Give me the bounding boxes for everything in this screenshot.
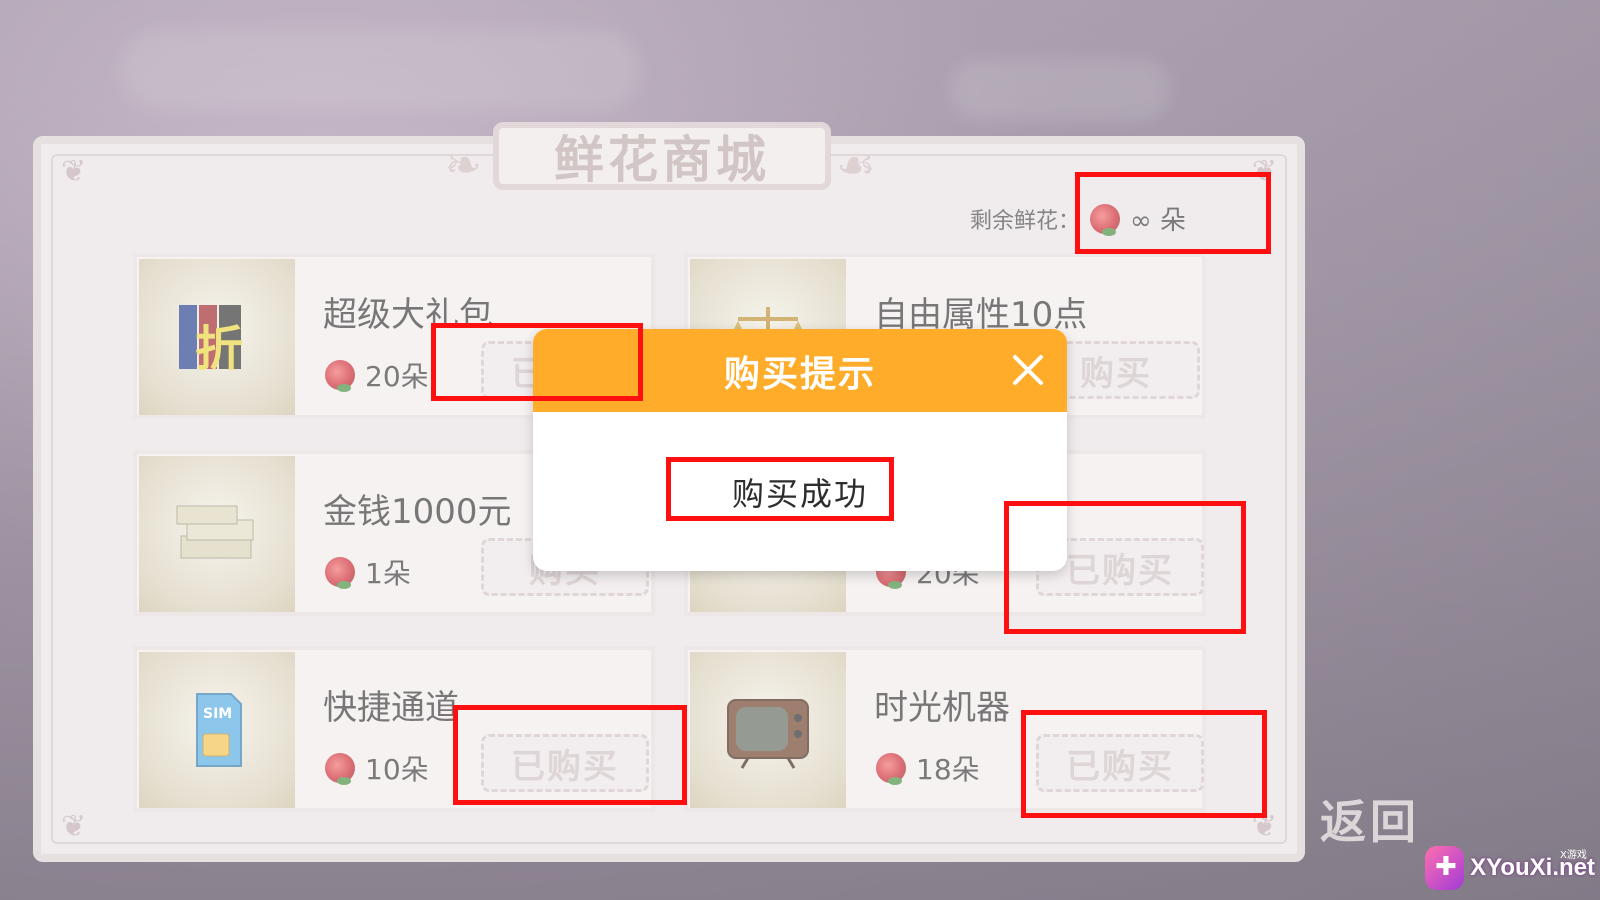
highlight-box: [453, 705, 687, 805]
watermark-sub: X游戏: [1560, 850, 1587, 861]
highlight-box: [1004, 501, 1246, 634]
close-icon[interactable]: [1007, 349, 1049, 391]
highlight-box: [666, 457, 894, 521]
highlight-box: [431, 323, 643, 401]
highlight-box: [1075, 172, 1271, 254]
gamepad-logo-icon: [1425, 846, 1465, 890]
highlight-box: [1021, 710, 1267, 818]
dialog-title: 购买提示: [723, 353, 876, 395]
